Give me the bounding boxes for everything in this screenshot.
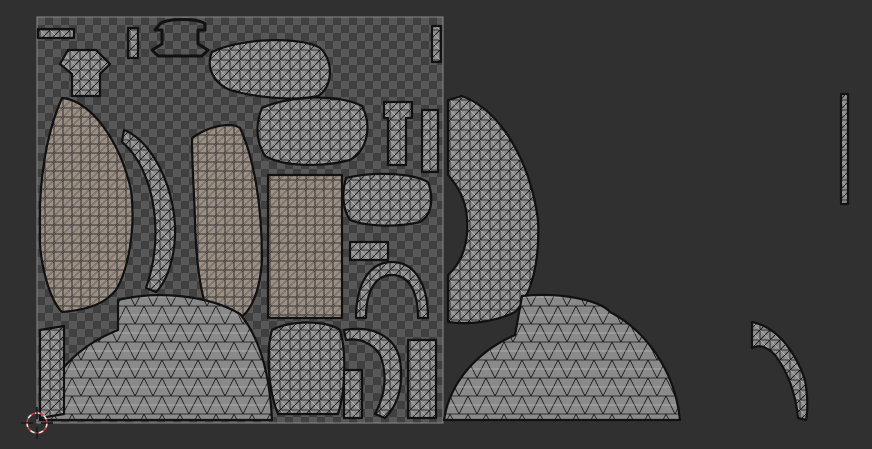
uv-island[interactable]	[348, 240, 390, 262]
uv-islands-outside	[442, 92, 850, 422]
uv-island[interactable]	[256, 96, 369, 167]
uv-island[interactable]	[342, 172, 433, 227]
uv-island[interactable]	[342, 368, 364, 420]
uv-island[interactable]	[126, 26, 140, 60]
uv-island[interactable]	[430, 24, 443, 64]
uv-island[interactable]	[267, 321, 346, 416]
uv-island[interactable]	[420, 108, 440, 174]
uv-editor-viewport[interactable]	[0, 0, 872, 449]
uv-canvas[interactable]	[0, 0, 872, 449]
uv-island[interactable]	[38, 324, 66, 420]
uv-island[interactable]	[406, 338, 438, 420]
uv-island[interactable]	[446, 94, 540, 325]
uv-island[interactable]	[750, 320, 809, 422]
uv-island[interactable]	[839, 92, 850, 206]
uv-island[interactable]	[266, 173, 344, 320]
uv-island[interactable]	[208, 39, 331, 100]
uv-island[interactable]	[36, 27, 76, 40]
